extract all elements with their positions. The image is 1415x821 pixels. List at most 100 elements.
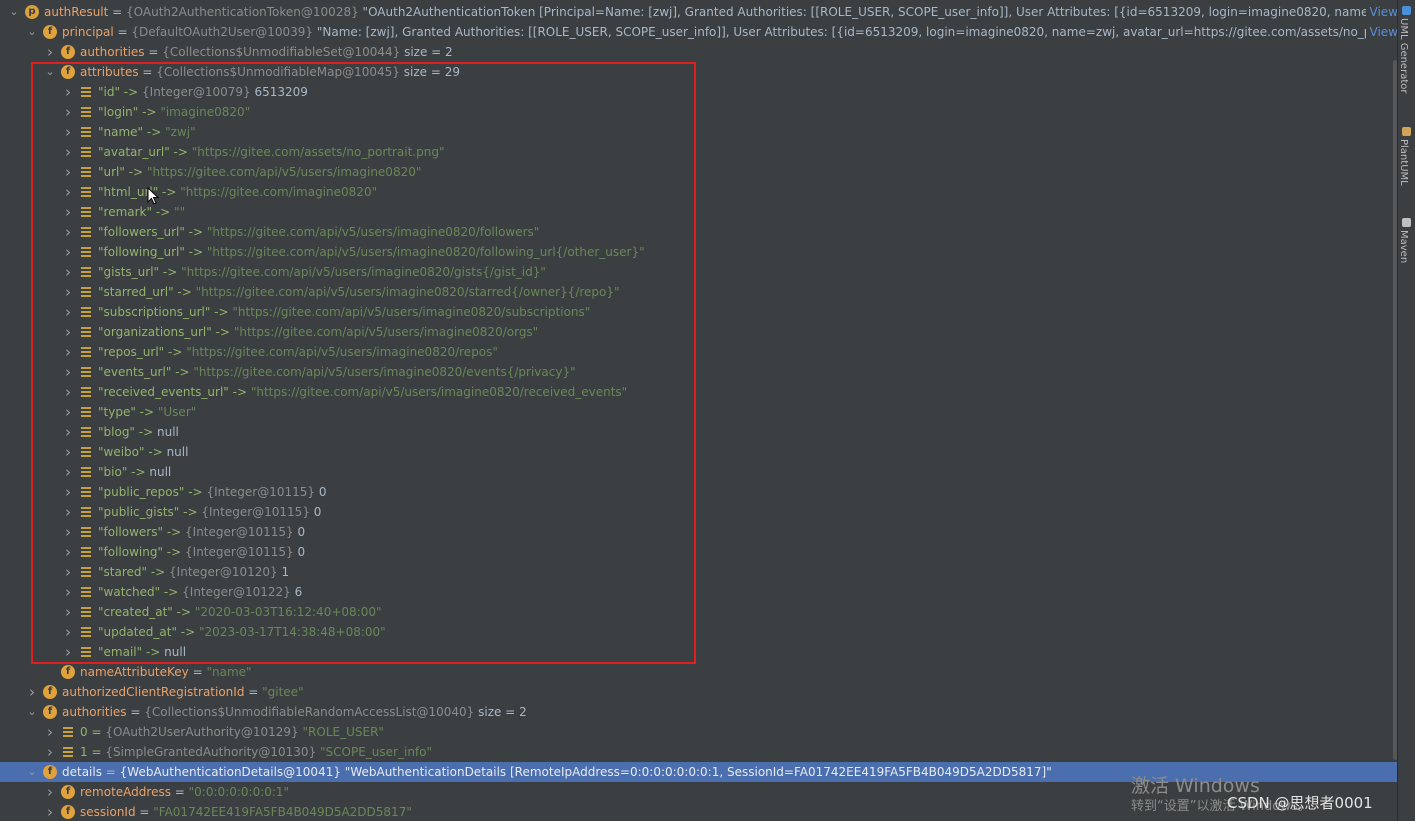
chevron-right-icon[interactable]: › bbox=[62, 522, 74, 542]
chevron-right-icon[interactable]: › bbox=[44, 802, 56, 821]
chevron-right-icon[interactable]: › bbox=[44, 42, 56, 62]
chevron-right-icon[interactable]: › bbox=[62, 82, 74, 102]
chevron-right-icon[interactable]: › bbox=[62, 122, 74, 142]
tree-row[interactable]: › "following_url" -> "https://gitee.com/a… bbox=[0, 242, 1398, 262]
tree-row[interactable]: › "received_events_url" -> "https://gitee… bbox=[0, 382, 1398, 402]
tree-row[interactable]: › "html_url" -> "https://gitee.com/imagin… bbox=[0, 182, 1398, 202]
tree-row[interactable]: › "blog" -> null bbox=[0, 422, 1398, 442]
tree-row[interactable]: ⌄ p authResult = {OAuth2AuthenticationToke… bbox=[0, 2, 1398, 22]
tree-row[interactable]: › "starred_url" -> "https://gitee.com/api… bbox=[0, 282, 1398, 302]
tree-row[interactable]: › "followers_url" -> "https://gitee.com/a… bbox=[0, 222, 1398, 242]
chevron-right-icon[interactable]: › bbox=[62, 242, 74, 262]
tree-row[interactable]: ⌄ f principal = {DefaultOAuth2User@10039} … bbox=[0, 22, 1398, 42]
tree-row[interactable]: ⌄ f attributes = {Collections$Unmodifiable… bbox=[0, 62, 1398, 82]
map-key: "type" -> bbox=[98, 405, 155, 419]
chevron-down-icon[interactable]: ⌄ bbox=[44, 62, 56, 82]
tree-row[interactable]: › "type" -> "User" bbox=[0, 402, 1398, 422]
chevron-down-icon[interactable]: ⌄ bbox=[26, 762, 38, 782]
chevron-right-icon[interactable]: › bbox=[62, 142, 74, 162]
maven-tab[interactable]: Maven bbox=[1398, 218, 1415, 263]
variables-tree: ⌄ p authResult = {OAuth2AuthenticationToke… bbox=[0, 0, 1398, 821]
tree-row[interactable]: › "id" -> {Integer@10079} 6513209 bbox=[0, 82, 1398, 102]
tree-row[interactable]: › 0 = {OAuth2UserAuthority@10129} "ROLE_U… bbox=[0, 722, 1398, 742]
tree-row[interactable]: › "organizations_url" -> "https://gitee.c… bbox=[0, 322, 1398, 342]
tree-row[interactable]: › "url" -> "https://gitee.com/api/v5/user… bbox=[0, 162, 1398, 182]
tree-row[interactable]: › "email" -> null bbox=[0, 642, 1398, 662]
chevron-right-icon[interactable]: › bbox=[62, 182, 74, 202]
tree-row[interactable]: › "events_url" -> "https://gitee.com/api/… bbox=[0, 362, 1398, 382]
chevron-right-icon[interactable]: › bbox=[62, 642, 74, 662]
tree-row[interactable]: › f authorizedClientRegistrationId = "gite… bbox=[0, 682, 1398, 702]
tree-row[interactable]: › "stared" -> {Integer@10120} 1 bbox=[0, 562, 1398, 582]
tree-row[interactable]: › "subscriptions_url" -> "https://gitee.c… bbox=[0, 302, 1398, 322]
map-entry-icon bbox=[81, 187, 91, 197]
tree-row[interactable]: › "repos_url" -> "https://gitee.com/api/v… bbox=[0, 342, 1398, 362]
chevron-right-icon[interactable]: › bbox=[62, 582, 74, 602]
chevron-right-icon[interactable]: › bbox=[62, 422, 74, 442]
tree-row-text: "id" -> {Integer@10079} 6513209 bbox=[98, 82, 308, 102]
chevron-right-icon[interactable]: › bbox=[44, 742, 56, 762]
chevron-right-icon[interactable]: › bbox=[62, 362, 74, 382]
chevron-right-icon[interactable]: › bbox=[62, 262, 74, 282]
chevron-down-icon[interactable]: ⌄ bbox=[26, 702, 38, 722]
tree-row[interactable]: › "public_repos" -> {Integer@10115} 0 bbox=[0, 482, 1398, 502]
chevron-right-icon[interactable]: › bbox=[62, 562, 74, 582]
chevron-right-icon[interactable]: › bbox=[62, 482, 74, 502]
chevron-right-icon[interactable]: › bbox=[62, 202, 74, 222]
tree-row[interactable]: › "remark" -> "" bbox=[0, 202, 1398, 222]
chevron-right-icon[interactable]: › bbox=[62, 442, 74, 462]
tree-row[interactable]: › "login" -> "imagine0820" bbox=[0, 102, 1398, 122]
variable-value: size = 2 bbox=[404, 45, 453, 59]
object-type: {DefaultOAuth2User@10039} bbox=[131, 25, 314, 39]
chevron-right-icon[interactable]: › bbox=[62, 162, 74, 182]
map-key: "blog" -> bbox=[98, 425, 154, 439]
chevron-right-icon[interactable]: › bbox=[62, 502, 74, 522]
tree-row[interactable]: › "created_at" -> "2020-03-03T16:12:40+08… bbox=[0, 602, 1398, 622]
tree-row[interactable]: › f authorities = {Collections$Unmodifiabl… bbox=[0, 42, 1398, 62]
chevron-right-icon[interactable]: › bbox=[62, 302, 74, 322]
tree-row[interactable]: › "followers" -> {Integer@10115} 0 bbox=[0, 522, 1398, 542]
chevron-right-icon[interactable]: › bbox=[62, 222, 74, 242]
chevron-right-icon[interactable]: › bbox=[62, 282, 74, 302]
tree-row[interactable]: › "avatar_url" -> "https://gitee.com/asse… bbox=[0, 142, 1398, 162]
tree-row[interactable]: › "weibo" -> null bbox=[0, 442, 1398, 462]
chevron-down-icon[interactable]: ⌄ bbox=[26, 22, 38, 42]
map-key: "id" -> bbox=[98, 85, 139, 99]
tree-row[interactable]: › "watched" -> {Integer@10122} 6 bbox=[0, 582, 1398, 602]
view-link[interactable]: View bbox=[1365, 22, 1398, 42]
variable-name: sessionId bbox=[80, 805, 136, 819]
tree-row[interactable]: › 1 = {SimpleGrantedAuthority@10130} "SCO… bbox=[0, 742, 1398, 762]
tree-row-text: "public_repos" -> {Integer@10115} 0 bbox=[98, 482, 327, 502]
chevron-right-icon[interactable]: › bbox=[62, 322, 74, 342]
variable-value: "zwj" bbox=[165, 125, 196, 139]
chevron-right-icon[interactable]: › bbox=[44, 782, 56, 802]
tree-row-text: "starred_url" -> "https://gitee.com/api/… bbox=[98, 282, 620, 302]
tree-row[interactable]: › "public_gists" -> {Integer@10115} 0 bbox=[0, 502, 1398, 522]
tree-row[interactable]: › "gists_url" -> "https://gitee.com/api/v… bbox=[0, 262, 1398, 282]
tree-row[interactable]: › "following" -> {Integer@10115} 0 bbox=[0, 542, 1398, 562]
chevron-right-icon[interactable]: › bbox=[62, 402, 74, 422]
chevron-down-icon[interactable]: ⌄ bbox=[8, 2, 20, 22]
field-icon: f bbox=[61, 45, 75, 59]
tree-row[interactable]: › "updated_at" -> "2023-03-17T14:38:48+08… bbox=[0, 622, 1398, 642]
uml-generator-tab[interactable]: UML Generator bbox=[1398, 6, 1415, 93]
chevron-right-icon[interactable]: › bbox=[62, 542, 74, 562]
tree-row[interactable]: f nameAttributeKey = "name" bbox=[0, 662, 1398, 682]
chevron-right-icon[interactable]: › bbox=[62, 462, 74, 482]
view-link[interactable]: View bbox=[1365, 2, 1398, 22]
chevron-right-icon[interactable]: › bbox=[62, 602, 74, 622]
tree-row[interactable]: › "bio" -> null bbox=[0, 462, 1398, 482]
chevron-right-icon[interactable]: › bbox=[62, 342, 74, 362]
tree-row[interactable]: ⌄ f authorities = {Collections$Unmodifiabl… bbox=[0, 702, 1398, 722]
chevron-right-icon[interactable]: › bbox=[62, 102, 74, 122]
map-entry-icon bbox=[81, 547, 91, 557]
variable-value: "https://gitee.com/api/v5/users/imagine0… bbox=[146, 165, 422, 179]
map-entry-icon bbox=[81, 627, 91, 637]
chevron-right-icon[interactable]: › bbox=[26, 682, 38, 702]
object-type: {Integer@10079} bbox=[142, 85, 251, 99]
plantuml-tab[interactable]: PlantUML bbox=[1398, 127, 1415, 186]
chevron-right-icon[interactable]: › bbox=[62, 622, 74, 642]
tree-row[interactable]: › "name" -> "zwj" bbox=[0, 122, 1398, 142]
chevron-right-icon[interactable]: › bbox=[62, 382, 74, 402]
chevron-right-icon[interactable]: › bbox=[44, 722, 56, 742]
